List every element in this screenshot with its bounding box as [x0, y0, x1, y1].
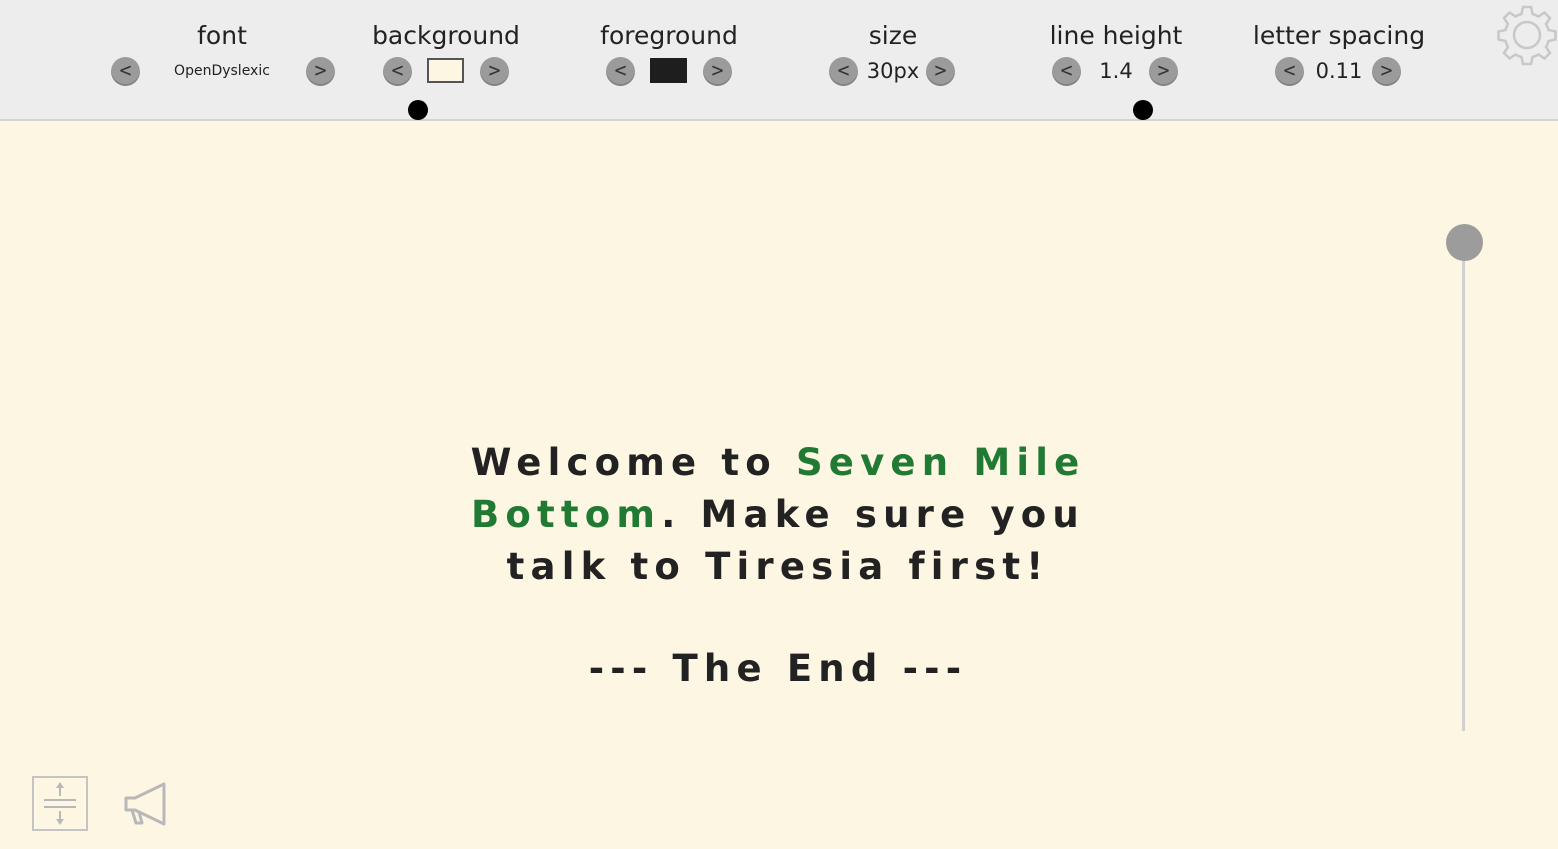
reader-app: font < OpenDyslexic > background < > for… — [0, 0, 1558, 849]
scroll-slider-handle[interactable] — [1446, 224, 1483, 261]
letter-spacing-label: letter spacing — [1252, 21, 1426, 50]
letter-spacing-next-button[interactable]: > — [1372, 57, 1401, 86]
foreground-color-swatch — [650, 58, 687, 83]
background-prev-button[interactable]: < — [383, 57, 412, 86]
end-text: --- The End --- — [588, 647, 968, 690]
font-next-button[interactable]: > — [306, 57, 335, 86]
background-setting: background < > — [336, 0, 556, 119]
font-label: font — [197, 21, 247, 50]
foreground-prev-button[interactable]: < — [606, 57, 635, 86]
line-spacing-icon[interactable] — [32, 776, 88, 831]
gear-icon[interactable] — [1496, 4, 1558, 66]
foreground-next-button[interactable]: > — [703, 57, 732, 86]
letter-spacing-value: 0.11 — [1315, 59, 1363, 83]
line-height-label: line height — [1049, 21, 1183, 50]
background-indicator-dot — [408, 100, 428, 120]
font-value: OpenDyslexic — [174, 63, 270, 79]
size-next-button[interactable]: > — [926, 57, 955, 86]
scroll-slider-track[interactable] — [1462, 244, 1465, 731]
font-setting: font < OpenDyslexic > — [111, 0, 335, 119]
size-setting: size < 30px > — [783, 0, 1003, 119]
size-value: 30px — [866, 59, 920, 83]
reading-text: Welcome to Seven Mile Bottom. Make sure … — [440, 437, 1116, 695]
background-label: background — [372, 21, 520, 50]
message-intro: Welcome to — [470, 441, 796, 484]
letter-spacing-setting: letter spacing < 0.11 > — [1229, 0, 1449, 119]
line-height-next-button[interactable]: > — [1149, 57, 1178, 86]
message-paragraph: Welcome to Seven Mile Bottom. Make sure … — [440, 437, 1116, 593]
line-height-setting: line height < 1.4 > — [1006, 0, 1226, 119]
background-color-swatch — [427, 58, 464, 83]
settings-toolbar: font < OpenDyslexic > background < > for… — [0, 0, 1558, 121]
background-next-button[interactable]: > — [480, 57, 509, 86]
megaphone-icon[interactable] — [121, 781, 169, 829]
line-height-indicator-dot — [1133, 100, 1153, 120]
foreground-setting: foreground < > — [559, 0, 779, 119]
foreground-label: foreground — [600, 21, 738, 50]
line-height-value: 1.4 — [1099, 59, 1133, 83]
size-label: size — [868, 21, 918, 50]
